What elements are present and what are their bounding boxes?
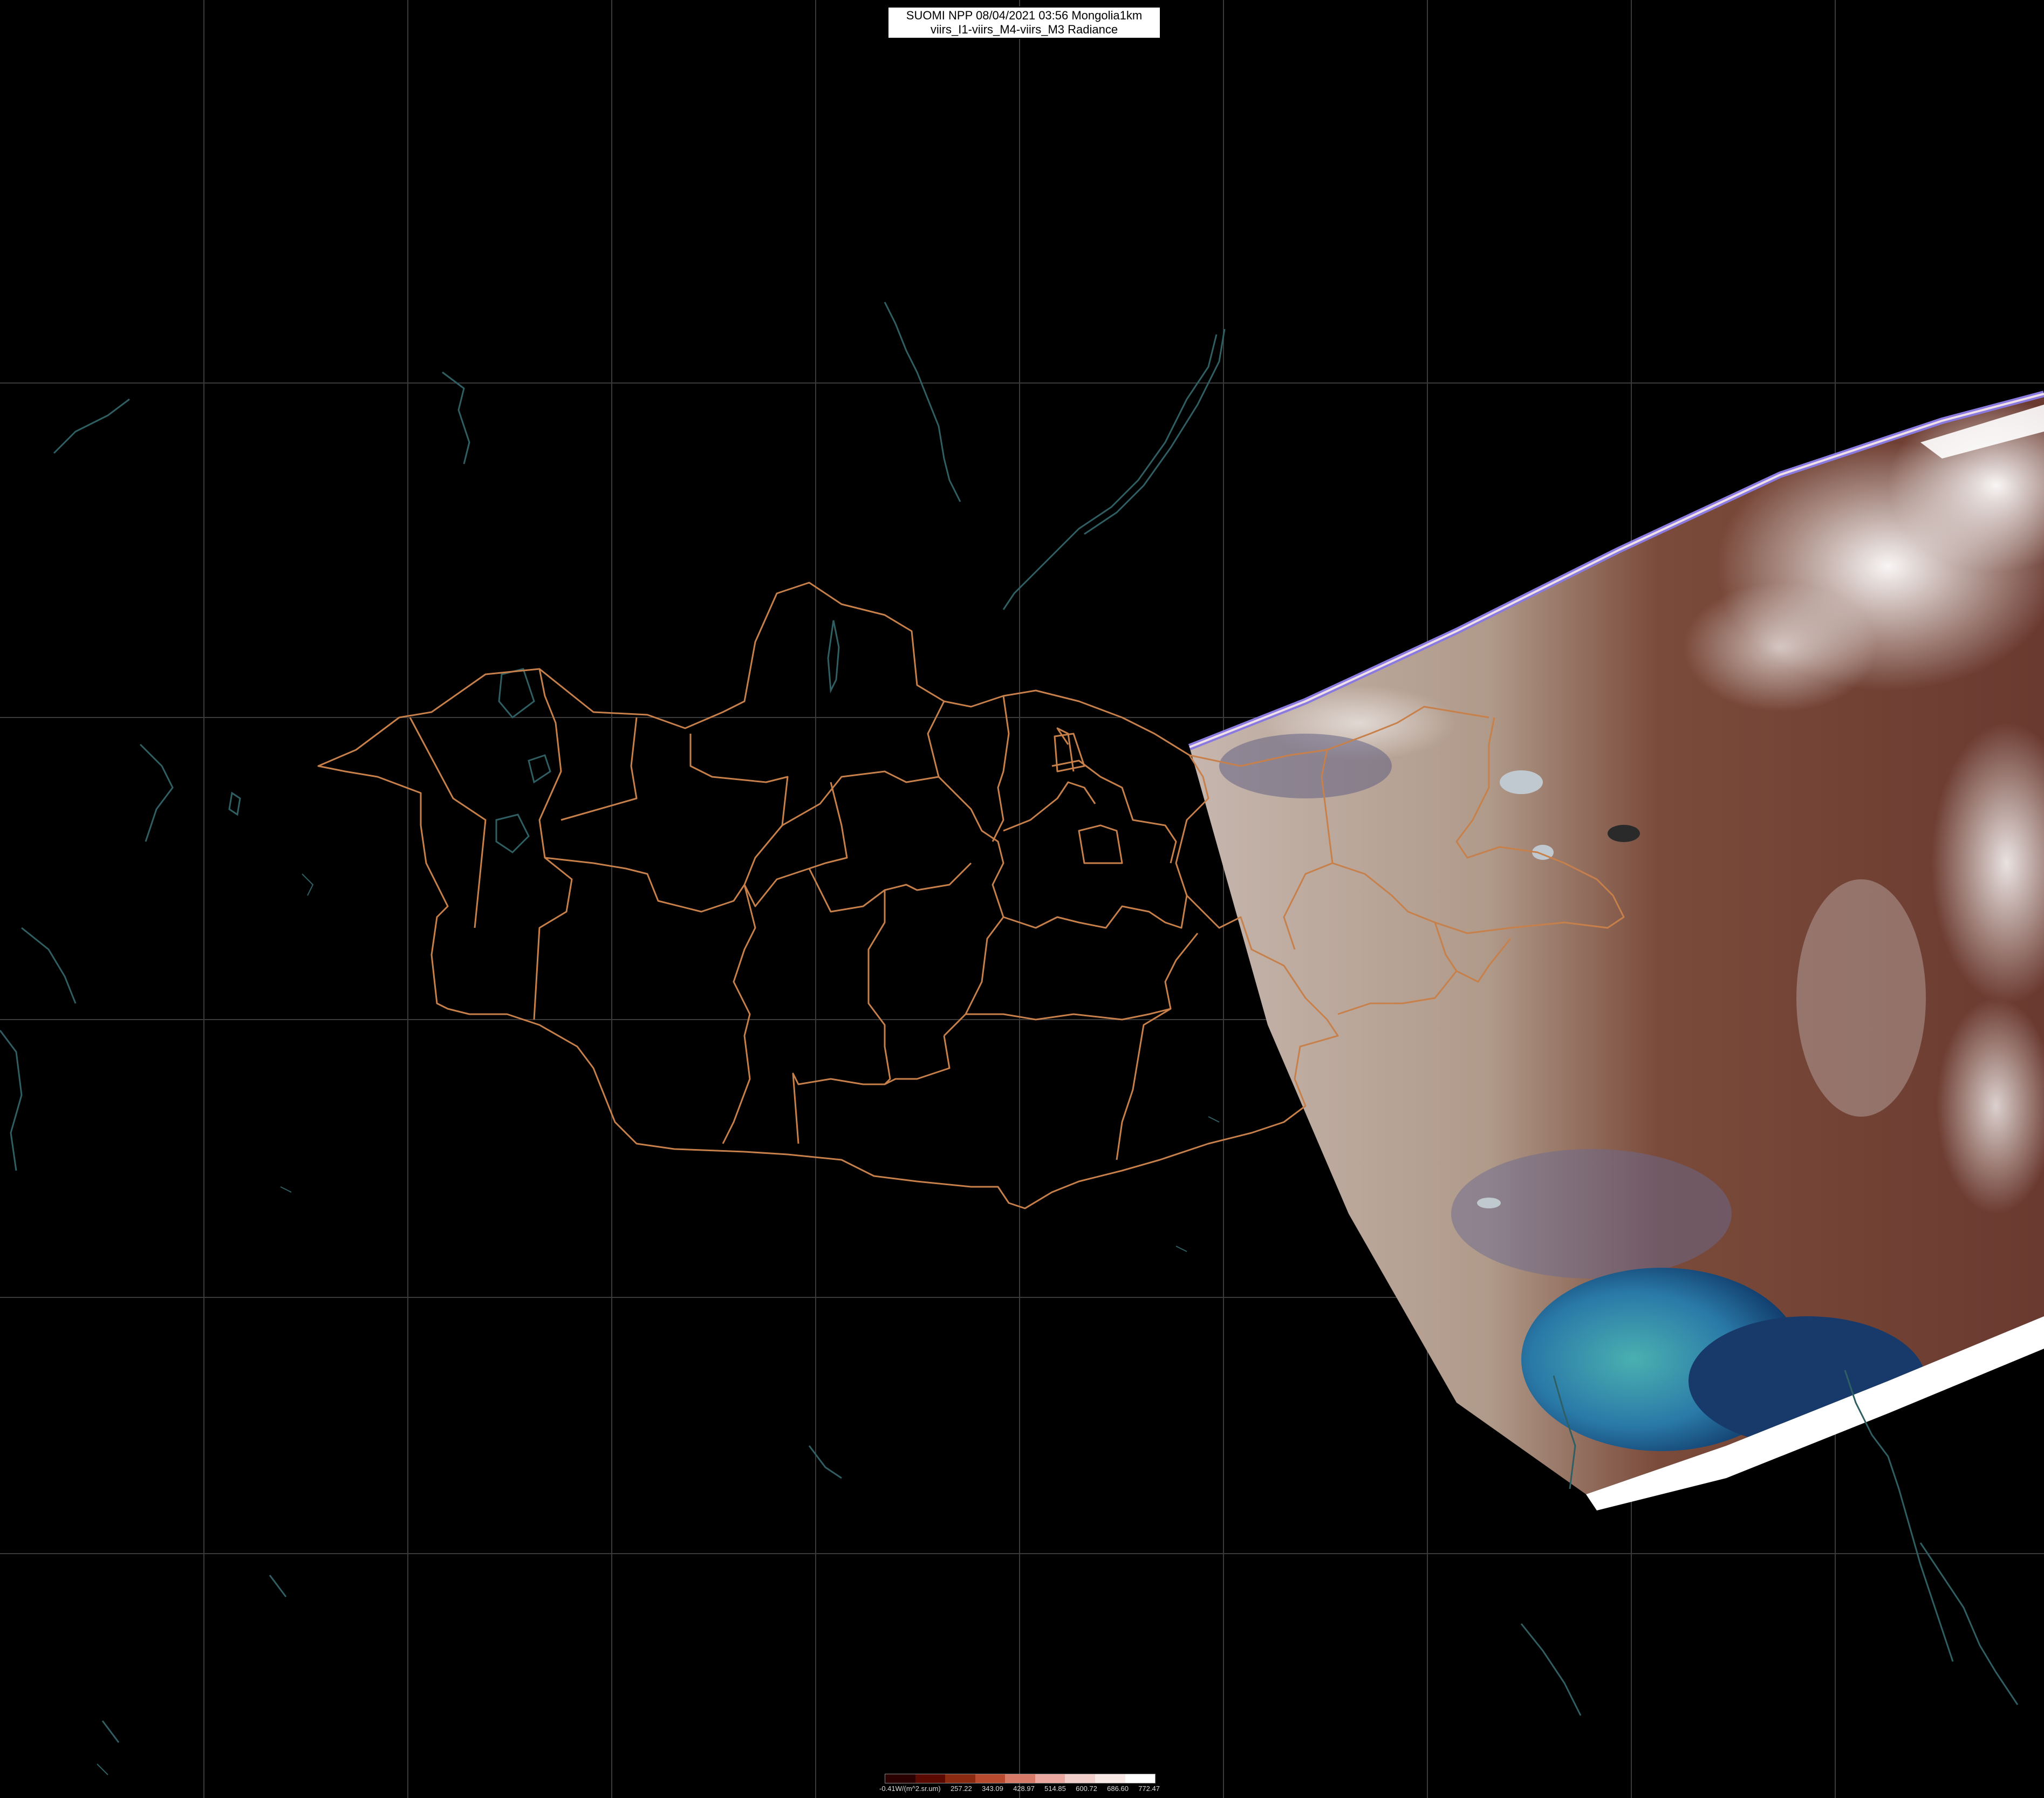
map-title-line2: viirs_I1-viirs_M4-viirs_M3 Radiance [930,23,1118,36]
map-title: SUOMI NPP 08/04/2021 03:56 Mongolia1km v… [887,6,1161,39]
colorbar-ticks: -0.41W/(m^2.sr.um) 257.22 343.09 428.97 … [879,1785,1160,1793]
colorbar-tick: 514.85 [1044,1785,1066,1793]
colorbar-swatch [1005,1774,1035,1783]
colorbar: -0.41W/(m^2.sr.um) 257.22 343.09 428.97 … [879,1774,1160,1795]
colorbar-tick: 686.60 [1107,1785,1129,1793]
colorbar-swatch [1065,1774,1095,1783]
colorbar-tick: 257.22 [951,1785,972,1793]
satellite-swath [1188,391,2044,1510]
colorbar-tick: 772.47 [1138,1785,1160,1793]
colorbar-swatch [945,1774,975,1783]
colorbar-strip [885,1774,1156,1783]
satellite-map [0,0,2044,1798]
colorbar-swatch [1095,1774,1125,1783]
colorbar-unit-label: -0.41W/(m^2.sr.um) [879,1785,941,1793]
colorbar-swatch [975,1774,1006,1783]
lakes [228,620,840,853]
colorbar-swatch [885,1774,915,1783]
colorbar-swatch [1125,1774,1156,1783]
map-title-line1: SUOMI NPP 08/04/2021 03:56 Mongolia1km [906,9,1143,22]
colorbar-swatch [1035,1774,1065,1783]
colorbar-swatch [915,1774,946,1783]
colorbar-tick: 600.72 [1076,1785,1097,1793]
colorbar-tick: 343.09 [982,1785,1003,1793]
islands [97,873,1220,1775]
colorbar-tick: 428.97 [1013,1785,1035,1793]
